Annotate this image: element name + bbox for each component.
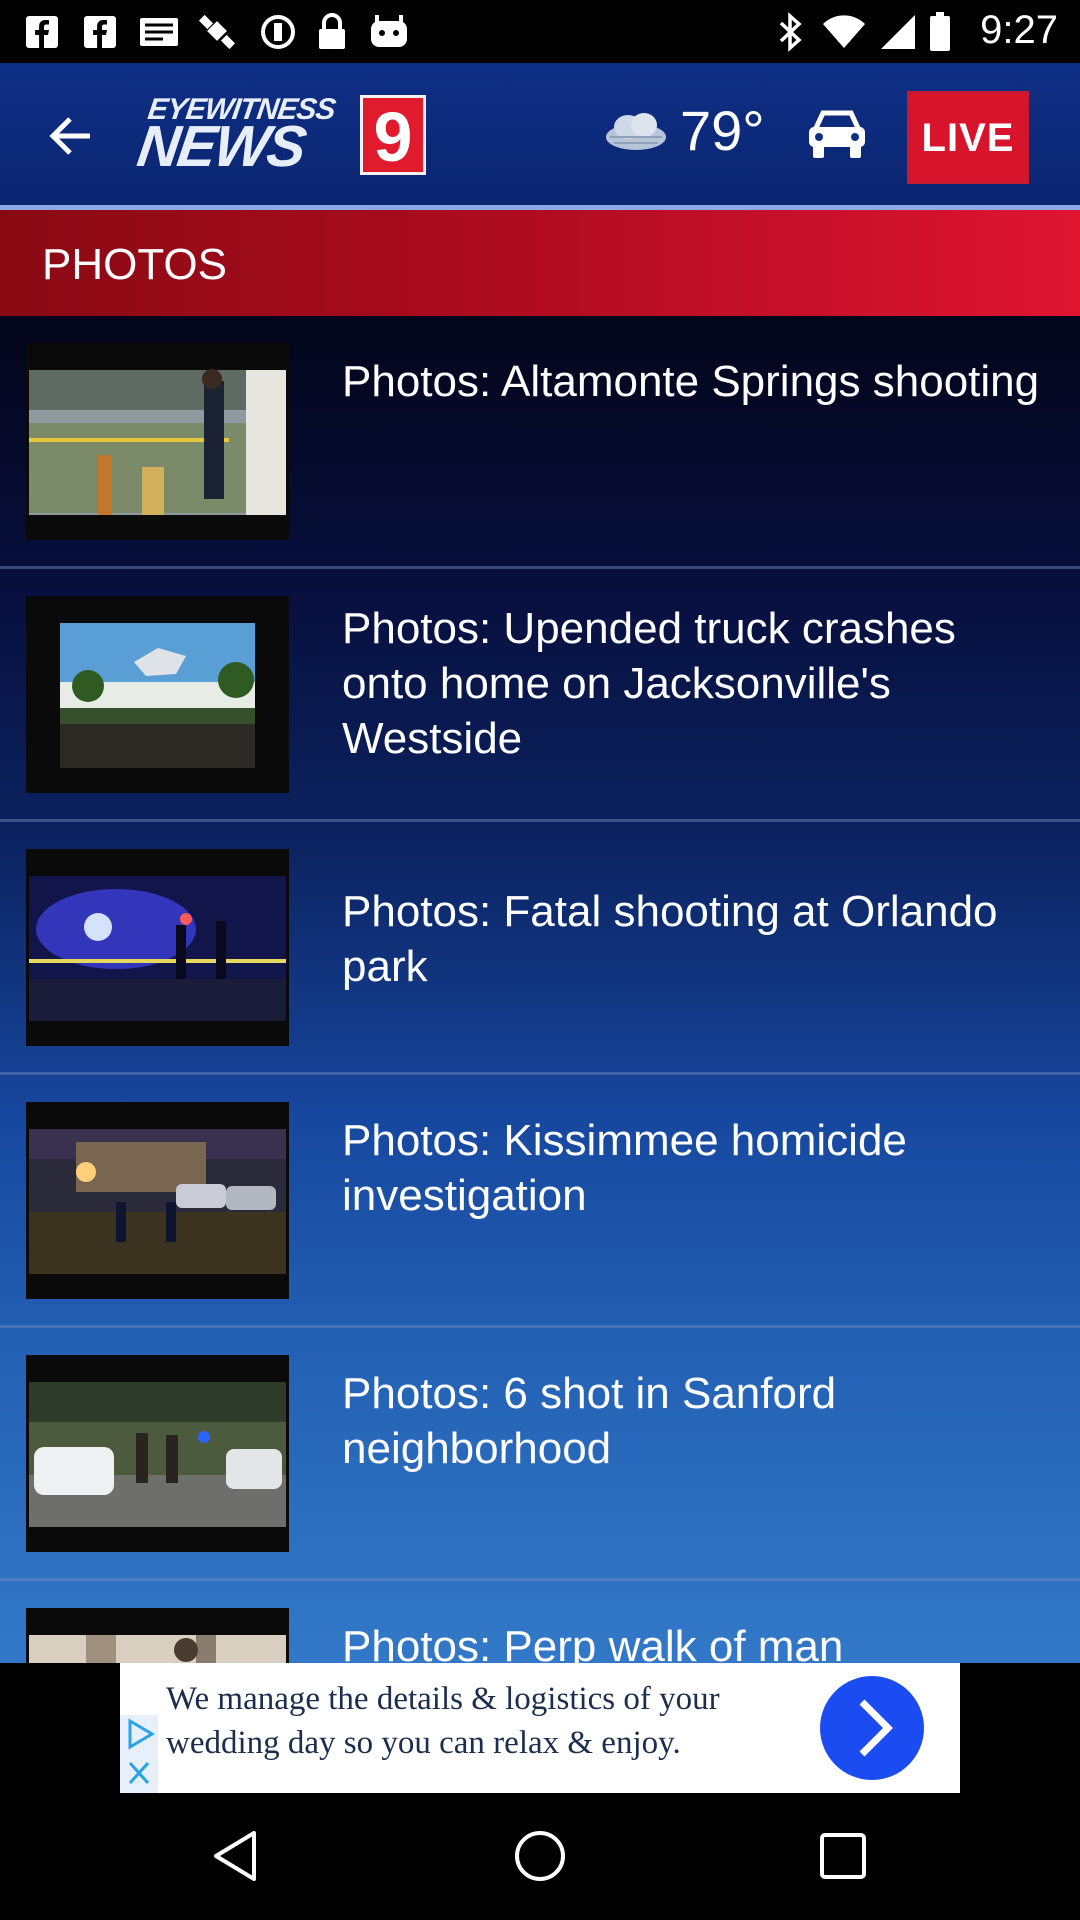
logo-number-badge: 9 bbox=[360, 95, 426, 176]
section-header: PHOTOS bbox=[0, 210, 1080, 316]
item-title[interactable]: Photos: Upended truck crashes onto home … bbox=[342, 601, 1052, 766]
message-icon bbox=[138, 14, 180, 50]
logo-news-text: NEWS bbox=[133, 114, 309, 179]
status-bar: 9:27 bbox=[0, 0, 1080, 63]
live-button[interactable]: LIVE bbox=[907, 91, 1029, 184]
battery-icon bbox=[928, 12, 952, 51]
item-title[interactable]: Photos: Perp walk of man bbox=[342, 1619, 1052, 1663]
list-item[interactable]: Photos: Perp walk of man bbox=[0, 1581, 1080, 1663]
thumbnail-image bbox=[26, 1608, 289, 1663]
thumbnail-image bbox=[26, 849, 289, 1046]
ad-arrow-button[interactable] bbox=[820, 1676, 924, 1780]
ad-banner[interactable]: We manage the details & logistics of you… bbox=[120, 1663, 960, 1793]
signal-icon bbox=[878, 14, 918, 50]
facebook-icon bbox=[24, 14, 60, 50]
traffic-car-icon[interactable] bbox=[806, 108, 868, 160]
back-triangle-icon[interactable] bbox=[202, 1821, 272, 1891]
facebook-icon bbox=[82, 14, 118, 50]
list-item[interactable]: Photos: 6 shot in Sanford neighborhood bbox=[0, 1328, 1080, 1581]
station-logo[interactable]: EYEWITNESS NEWS 9 bbox=[134, 93, 428, 179]
navigation-bar bbox=[0, 1793, 1080, 1920]
list-item[interactable]: Photos: Upended truck crashes onto home … bbox=[0, 569, 1080, 822]
temperature-readout[interactable]: 79° bbox=[680, 98, 765, 163]
item-title[interactable]: Photos: Altamonte Springs shooting bbox=[342, 354, 1052, 409]
bluetooth-icon bbox=[776, 12, 806, 52]
list-item[interactable]: Photos: Altamonte Springs shooting bbox=[0, 316, 1080, 569]
app-header: EYEWITNESS NEWS 9 79° LIVE bbox=[0, 63, 1080, 208]
status-time: 9:27 bbox=[980, 8, 1058, 52]
section-title: PHOTOS bbox=[42, 240, 228, 289]
recents-square-icon[interactable] bbox=[808, 1821, 878, 1891]
item-title[interactable]: Photos: Kissimmee homicide investigation bbox=[342, 1113, 1052, 1223]
photo-gallery-list[interactable]: Photos: Altamonte Springs shooting Photo… bbox=[0, 316, 1080, 1663]
wifi-icon bbox=[822, 14, 866, 50]
ad-choices-icon[interactable] bbox=[120, 1715, 158, 1753]
thumbnail-image bbox=[26, 343, 289, 540]
thumbnail-image bbox=[26, 1102, 289, 1299]
back-arrow-icon[interactable] bbox=[46, 111, 96, 161]
list-item[interactable]: Photos: Fatal shooting at Orlando park bbox=[0, 822, 1080, 1075]
do-not-disturb-icon bbox=[258, 14, 298, 50]
close-icon[interactable] bbox=[120, 1753, 158, 1793]
list-item[interactable]: Photos: Kissimmee homicide investigation bbox=[0, 1075, 1080, 1328]
thumbnail-image bbox=[26, 596, 289, 793]
ad-text[interactable]: We manage the details & logistics of you… bbox=[166, 1677, 766, 1765]
android-icon bbox=[366, 14, 412, 50]
satellite-icon bbox=[198, 14, 238, 50]
lock-icon bbox=[314, 13, 350, 50]
item-title[interactable]: Photos: 6 shot in Sanford neighborhood bbox=[342, 1366, 1052, 1476]
cloud-weather-icon[interactable] bbox=[604, 109, 668, 153]
item-title[interactable]: Photos: Fatal shooting at Orlando park bbox=[342, 884, 1052, 994]
thumbnail-image bbox=[26, 1355, 289, 1552]
home-circle-icon[interactable] bbox=[505, 1821, 575, 1891]
